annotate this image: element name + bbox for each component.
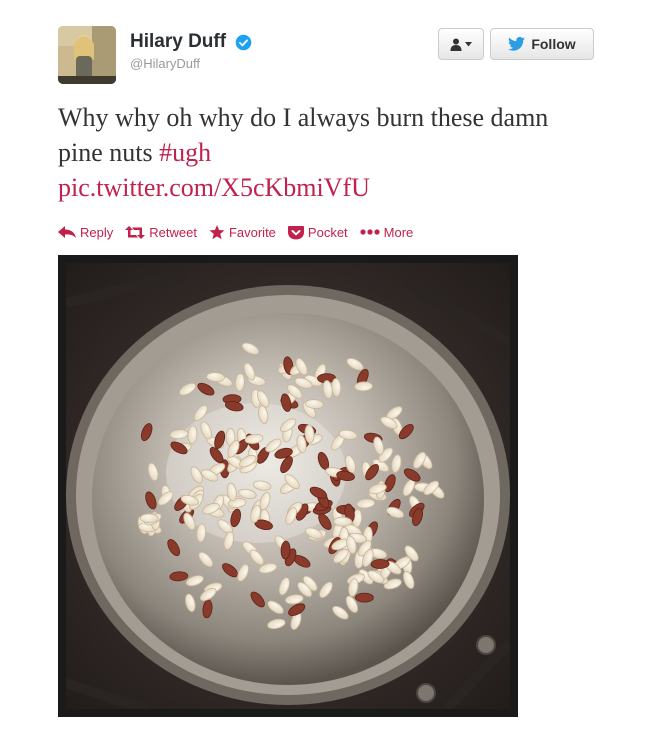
retweet-button[interactable]: Retweet [125,225,197,240]
pine-nut [355,592,374,603]
more-dots-icon [360,229,380,235]
tweet-actions: Reply Retweet Favorite Pocket More [58,222,413,242]
caret-down-icon [465,41,472,46]
tweet-text: Why why oh why do I always burn these da… [58,100,578,205]
person-icon [450,38,462,51]
pine-nut [370,559,390,569]
star-icon [209,224,225,239]
pine-nut [139,513,159,524]
tweet-text-body: Why why oh why do I always burn these da… [58,103,549,167]
avatar-image [58,26,116,84]
tweet-photo[interactable] [58,255,518,717]
user-menu-dropdown-button[interactable] [438,28,484,60]
pine-nuts-pan-photo [66,263,510,709]
screen-name[interactable]: @HilaryDuff [130,56,252,71]
reply-button[interactable]: Reply [58,225,113,240]
media-link[interactable]: pic.twitter.com/X5cKbmiVfU [58,173,370,202]
hashtag-link[interactable]: #ugh [159,138,211,167]
avatar[interactable] [58,26,116,84]
pine-nut [333,516,353,527]
retweet-label: Retweet [149,224,197,240]
display-name[interactable]: Hilary Duff [130,31,226,53]
pocket-label: Pocket [307,224,348,240]
pocket-icon [287,225,304,239]
verified-badge-icon [235,34,251,50]
follow-button[interactable]: Follow [490,28,594,60]
more-button[interactable]: More [360,224,414,240]
twitter-bird-icon [508,37,526,51]
reply-label: Reply [80,224,114,240]
favorite-label: Favorite [228,224,276,240]
user-names: Hilary Duff @HilaryDuff [130,31,252,71]
more-label: More [383,224,414,240]
follow-label: Follow [531,36,576,52]
pocket-button[interactable]: Pocket [287,224,348,240]
reply-icon [58,225,76,238]
retweet-icon [125,225,146,239]
tweet-card: Hilary Duff @HilaryDuff Follow Why why o… [0,0,650,730]
favorite-button[interactable]: Favorite [209,224,276,240]
